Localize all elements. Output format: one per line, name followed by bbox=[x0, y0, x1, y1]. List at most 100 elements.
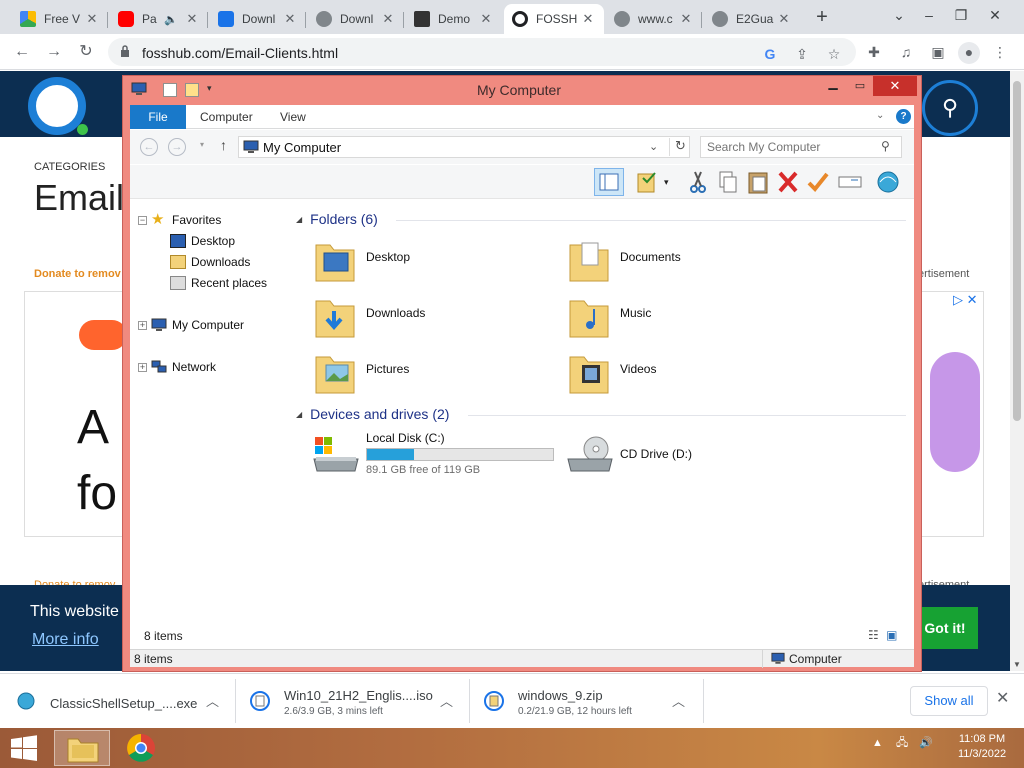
browser-tab[interactable]: Pa 🔈 ✕ bbox=[110, 4, 208, 34]
close-tab-icon[interactable]: ✕ bbox=[184, 11, 200, 27]
scroll-down-icon[interactable]: ▼ bbox=[1013, 660, 1021, 669]
refresh-icon[interactable]: ↻ bbox=[669, 138, 691, 156]
tree-favorites[interactable]: − ★ Favorites bbox=[138, 212, 221, 227]
download-item[interactable]: windows_9.zip 0.2/21.9 GB, 12 hours left… bbox=[472, 679, 704, 723]
tree-network[interactable]: + Network bbox=[138, 360, 216, 374]
show-hidden-icons[interactable]: ▲ bbox=[872, 737, 883, 749]
close-downloads-icon[interactable]: ✕ bbox=[996, 688, 1009, 708]
forward-arrow-icon[interactable]: → bbox=[168, 138, 186, 156]
profile-avatar[interactable]: ● bbox=[958, 42, 980, 64]
tree-item-desktop[interactable]: Desktop bbox=[170, 234, 235, 248]
taskbar-file-explorer[interactable] bbox=[54, 730, 110, 766]
browser-tab[interactable]: www.c ✕ bbox=[606, 4, 702, 34]
search-box[interactable]: ⚲ bbox=[700, 136, 902, 158]
back-button[interactable]: ← bbox=[10, 40, 34, 64]
expand-toggle-icon[interactable]: + bbox=[138, 362, 147, 372]
expand-ribbon-icon[interactable]: ⌄ bbox=[876, 110, 884, 121]
close-tab-icon[interactable]: ✕ bbox=[678, 11, 694, 27]
close-tab-icon[interactable]: ✕ bbox=[776, 11, 792, 27]
delete-icon[interactable] bbox=[774, 169, 802, 195]
folder-music[interactable]: Music bbox=[560, 291, 800, 343]
search-input[interactable] bbox=[707, 139, 877, 155]
large-icons-view-icon[interactable]: ▣ bbox=[886, 628, 897, 642]
folder-videos[interactable]: Videos bbox=[560, 347, 800, 399]
browser-menu-icon[interactable]: ⋮ bbox=[990, 42, 1010, 62]
show-all-downloads-button[interactable]: Show all bbox=[910, 686, 988, 716]
folder-desktop[interactable]: Desktop bbox=[306, 235, 546, 287]
close-browser-button[interactable]: ✕ bbox=[980, 2, 1010, 28]
cut-icon[interactable] bbox=[684, 169, 712, 195]
side-panel-icon[interactable]: ▣ bbox=[928, 42, 948, 62]
taskbar-chrome[interactable] bbox=[116, 730, 172, 766]
browser-tab[interactable]: Downl ✕ bbox=[308, 4, 404, 34]
chevron-up-icon[interactable]: ︿ bbox=[440, 691, 453, 710]
tab-view[interactable]: View bbox=[280, 105, 306, 129]
collapse-toggle-icon[interactable]: − bbox=[138, 215, 147, 225]
close-tab-icon[interactable]: ✕ bbox=[282, 11, 298, 27]
collapse-group-icon[interactable]: ◢ bbox=[296, 410, 302, 419]
fosshub-logo[interactable] bbox=[28, 77, 88, 135]
google-translate-icon[interactable]: G bbox=[760, 44, 780, 64]
browser-tab[interactable]: Demo ✕ bbox=[406, 4, 502, 34]
browser-tab[interactable]: E2Gua ✕ bbox=[704, 4, 800, 34]
details-view-icon[interactable]: ☷ bbox=[868, 628, 879, 642]
browser-tab[interactable]: Free V ✕ bbox=[12, 4, 108, 34]
new-tab-button[interactable]: + bbox=[810, 6, 834, 30]
browser-tab-active[interactable]: FOSSH ✕ bbox=[504, 4, 604, 34]
shell-icon[interactable] bbox=[874, 169, 902, 195]
close-tab-icon[interactable]: ✕ bbox=[84, 11, 100, 27]
reload-button[interactable]: ↻ bbox=[74, 40, 98, 64]
chevron-down-icon[interactable]: ⌄ bbox=[649, 140, 658, 153]
explorer-title-bar[interactable]: ▾ My Computer ▁ ▭ ✕ bbox=[123, 76, 921, 104]
site-search-button[interactable]: ⚲ bbox=[922, 80, 978, 136]
properties-check-icon[interactable] bbox=[634, 169, 662, 195]
download-item[interactable]: Win10_21H2_Englis....iso 2.6/3.9 GB, 3 m… bbox=[238, 679, 470, 723]
tree-my-computer[interactable]: + My Computer bbox=[138, 318, 244, 332]
audio-playing-icon[interactable]: 🔈 bbox=[164, 13, 178, 26]
folders-group-header[interactable]: ◢ Folders (6) bbox=[296, 211, 910, 227]
network-status-icon[interactable]: 🖧 bbox=[896, 737, 908, 749]
chevron-down-icon[interactable]: ▾ bbox=[664, 177, 669, 188]
extensions-icon[interactable]: ✚ bbox=[864, 42, 884, 62]
close-tab-icon[interactable]: ✕ bbox=[478, 11, 494, 27]
chevron-up-icon[interactable]: ︿ bbox=[206, 691, 219, 710]
browser-tab[interactable]: Downl ✕ bbox=[210, 4, 306, 34]
tab-search-button[interactable]: ⌄ bbox=[884, 2, 914, 28]
tree-item-downloads[interactable]: Downloads bbox=[170, 255, 250, 269]
download-item[interactable]: ClassicShellSetup_....exe ︿ bbox=[4, 679, 236, 723]
media-control-icon[interactable]: ♫ bbox=[896, 42, 916, 62]
preview-pane-icon[interactable] bbox=[594, 168, 624, 196]
location-bar[interactable]: My Computer ⌄ ↻ bbox=[238, 136, 690, 158]
volume-icon[interactable]: 🔊 bbox=[919, 737, 933, 749]
page-scrollbar[interactable]: ▼ bbox=[1010, 71, 1024, 671]
maximize-button[interactable]: ▭ bbox=[847, 76, 873, 96]
rename-icon[interactable] bbox=[836, 169, 864, 195]
ad-close-icon[interactable]: ▷ ✕ bbox=[953, 292, 978, 308]
donate-link[interactable]: Donate to remov bbox=[34, 268, 121, 280]
minimize-button[interactable]: ▁ bbox=[819, 76, 847, 96]
expand-toggle-icon[interactable]: + bbox=[138, 320, 147, 330]
tree-item-recent-places[interactable]: Recent places bbox=[170, 276, 267, 290]
more-info-link[interactable]: More info bbox=[32, 631, 99, 649]
windows-start-icon[interactable] bbox=[8, 735, 40, 761]
back-arrow-icon[interactable]: ← bbox=[140, 138, 158, 156]
system-clock[interactable]: 11:08 PM 11/3/2022 bbox=[950, 732, 1014, 762]
up-arrow-icon[interactable]: ↑ bbox=[220, 137, 227, 153]
recent-locations-icon[interactable]: ▾ bbox=[200, 140, 204, 149]
restore-browser-button[interactable]: ❐ bbox=[946, 2, 976, 28]
help-icon[interactable]: ? bbox=[896, 109, 911, 124]
close-tab-icon[interactable]: ✕ bbox=[380, 11, 396, 27]
drive-d[interactable]: CD Drive (D:) bbox=[560, 429, 760, 483]
bookmark-star-icon[interactable]: ☆ bbox=[824, 44, 844, 64]
devices-group-header[interactable]: ◢ Devices and drives (2) bbox=[296, 406, 910, 422]
forward-button[interactable]: → bbox=[42, 40, 66, 64]
scrollbar-thumb[interactable] bbox=[1013, 81, 1021, 421]
tab-file[interactable]: File bbox=[130, 105, 186, 129]
address-bar[interactable]: fosshub.com/Email-Clients.html G ⇪ ☆ bbox=[108, 38, 856, 66]
folder-pictures[interactable]: Pictures bbox=[306, 347, 546, 399]
folder-downloads[interactable]: Downloads bbox=[306, 291, 546, 343]
checkmark-icon[interactable] bbox=[804, 169, 832, 195]
tab-computer[interactable]: Computer bbox=[200, 105, 253, 129]
close-button[interactable]: ✕ bbox=[873, 76, 917, 96]
drive-c[interactable]: Local Disk (C:) 89.1 GB free of 119 GB bbox=[306, 429, 560, 483]
